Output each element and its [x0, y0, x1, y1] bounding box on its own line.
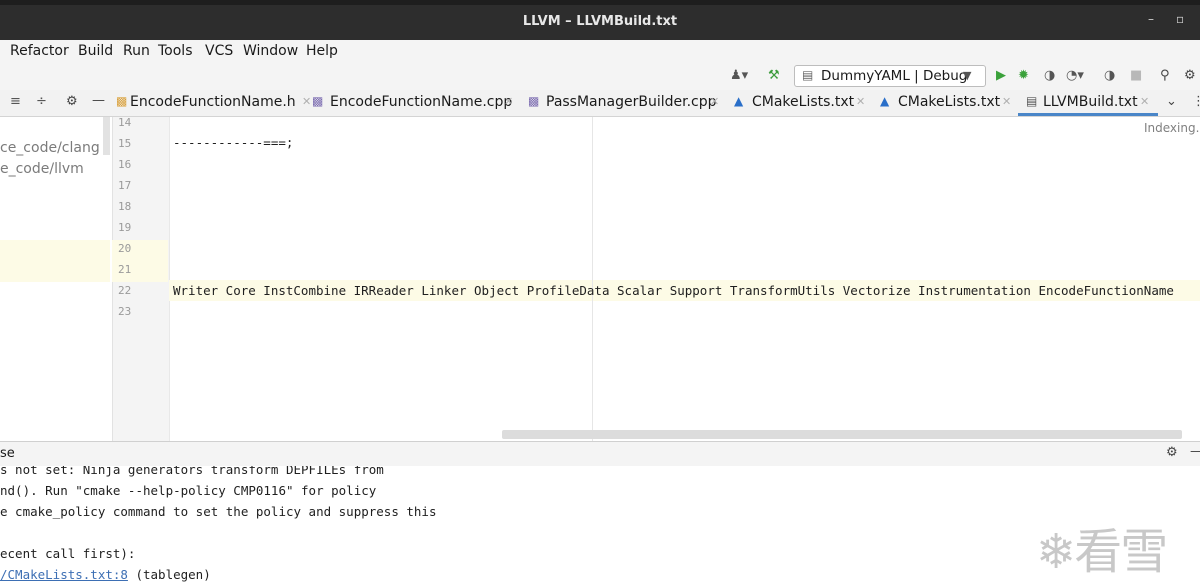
project-item-clang[interactable]: ce_code/clang [0, 140, 100, 156]
search-icon[interactable]: ⚲ [1160, 68, 1170, 83]
console-line: s not set: Ninja generators transform DE… [0, 466, 384, 477]
line-number: 23 [118, 305, 132, 318]
window-title: LLVM – LLVMBuild.txt [522, 14, 678, 29]
cmake-icon: ▲ [734, 94, 744, 108]
project-item-llvm[interactable]: e_code/llvm [0, 161, 84, 177]
gear-icon[interactable]: ⚙ [66, 94, 78, 109]
code-line-15[interactable]: ------------===; [173, 135, 293, 150]
attach-icon[interactable]: ◑ [1104, 68, 1115, 83]
line-number: 22 [118, 284, 132, 297]
tab-cmakelists-2[interactable]: ▲ CMakeLists.txt ✕ [880, 90, 1014, 116]
title-bar-edge [0, 0, 1200, 5]
line-number: 14 [118, 116, 132, 129]
console-line: e cmake_policy command to set the policy… [0, 504, 437, 519]
stop-icon[interactable]: ■ [1130, 68, 1142, 83]
settings-icon[interactable]: ⚙ [1184, 68, 1196, 83]
chevron-down-icon[interactable]: ⌄ [1166, 94, 1177, 109]
line-number: 20 [118, 242, 132, 255]
tab-cmakelists-1[interactable]: ▲ CMakeLists.txt ✕ [734, 90, 874, 116]
coverage-icon[interactable]: ◑ [1044, 68, 1055, 83]
console-file-link[interactable]: /CMakeLists.txt:8 [0, 567, 128, 582]
minimize-button[interactable]: – [1148, 12, 1154, 26]
profile-icon[interactable]: ◔▾ [1066, 68, 1084, 83]
title-bar: LLVM – LLVMBuild.txt – ▫ [0, 0, 1200, 40]
more-tabs-icon[interactable]: ⋮ [1192, 94, 1200, 109]
menu-run[interactable]: Run [123, 43, 150, 59]
close-icon[interactable]: ✕ [504, 95, 513, 108]
watermark-text: 看雪 [1074, 524, 1168, 580]
line-number: 18 [118, 200, 132, 213]
line-number: 21 [118, 263, 132, 276]
close-icon[interactable]: ✕ [710, 95, 719, 108]
hide-panel-icon[interactable]: — [1190, 444, 1200, 459]
expand-all-icon[interactable]: ≡ [10, 94, 21, 109]
cpp-file-icon: ▩ [312, 94, 324, 108]
menu-build[interactable]: Build [78, 43, 113, 59]
menu-bar: Refactor Build Run Tools VCS Window Help [0, 40, 1200, 64]
main-toolbar: ♟▾ ⚒ ▤ DummyYAML | Debug ▼ ▶ ✹ ◑ ◔▾ ◑ ■ … [0, 64, 1200, 90]
console-output: s not set: Ninja generators transform DE… [0, 466, 1200, 585]
line-number: 19 [118, 221, 132, 234]
hammer-icon[interactable]: ⚒ [768, 68, 780, 83]
menu-vcs[interactable]: VCS [205, 43, 233, 59]
tab-encodefunctionname-cpp[interactable]: ▩ EncodeFunctionName.cpp ✕ [312, 90, 524, 116]
tab-encodefunctionname-h[interactable]: ▩ EncodeFunctionName.h ✕ [114, 90, 311, 116]
cmake-icon: ▲ [880, 94, 890, 108]
editor-horizontal-scrollbar[interactable] [502, 430, 1182, 439]
tab-passmanagerbuilder-cpp[interactable]: ▩ PassManagerBuilder.cpp ✕ [528, 90, 728, 116]
console-line: ecent call first): [0, 546, 136, 561]
user-icon[interactable]: ♟▾ [730, 68, 748, 83]
close-icon[interactable]: ✕ [856, 95, 865, 108]
gear-icon[interactable]: ⚙ [1166, 445, 1178, 460]
collapse-all-icon[interactable]: ÷ [36, 94, 47, 109]
indexing-status: Indexing... [1144, 121, 1200, 135]
hide-panel-icon[interactable]: — [92, 93, 105, 108]
close-icon[interactable]: ✕ [1140, 95, 1149, 108]
cpp-file-icon: ▩ [528, 94, 540, 108]
bottom-panel-title: se [0, 446, 15, 461]
config-icon: ▤ [802, 68, 814, 82]
line-number: 17 [118, 179, 132, 192]
close-icon[interactable]: ✕ [302, 95, 311, 108]
bottom-panel-header: se ⚙ — [0, 441, 1200, 467]
close-icon[interactable]: ✕ [1002, 95, 1011, 108]
chevron-down-icon: ▼ [963, 69, 972, 82]
console-line: /CMakeLists.txt:8 (tablegen) [0, 567, 211, 582]
menu-window[interactable]: Window [243, 43, 298, 59]
right-margin-guide [592, 117, 593, 441]
text-file-icon: ▤ [1026, 94, 1038, 108]
menu-help[interactable]: Help [306, 43, 338, 59]
active-tab-indicator [1018, 113, 1158, 116]
line-number: 16 [118, 158, 132, 171]
console-line: nd(). Run "cmake --help-policy CMP0116" … [0, 483, 377, 498]
code-line-22[interactable]: Writer Core InstCombine IRReader Linker … [173, 283, 1174, 298]
menu-refactor[interactable]: Refactor [10, 43, 69, 59]
watermark-logo: ❄看雪 [1036, 524, 1168, 580]
menu-tools[interactable]: Tools [158, 43, 193, 59]
restore-button[interactable]: ▫ [1176, 12, 1184, 26]
run-configuration-selector[interactable]: ▤ DummyYAML | Debug ▼ [794, 65, 986, 87]
project-scrollbar[interactable] [103, 117, 110, 155]
run-icon[interactable]: ▶ [996, 68, 1006, 83]
project-row-highlight [0, 240, 110, 282]
config-label: DummyYAML | Debug [821, 68, 968, 84]
header-file-icon: ▩ [116, 94, 128, 108]
console-line-rest: (tablegen) [127, 567, 211, 582]
debug-icon[interactable]: ✹ [1018, 68, 1029, 83]
line-number: 15 [118, 137, 132, 150]
